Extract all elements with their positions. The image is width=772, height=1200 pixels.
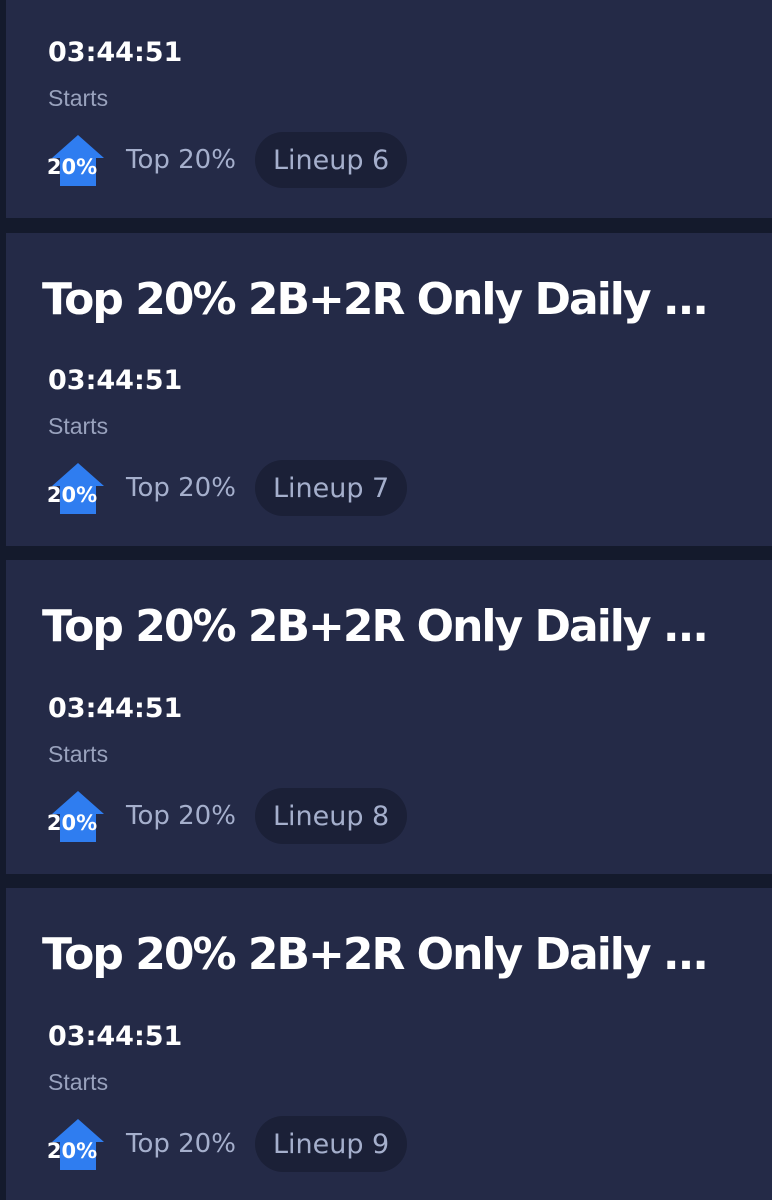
contest-card[interactable]: Top 20% 2B+2R Only Daily ... 03:44:51 St…	[6, 888, 772, 1200]
contest-title: Top 20% 2B+2R Only Daily ...	[42, 274, 709, 325]
countdown-label: Starts	[48, 741, 109, 767]
prize-label: Top 20%	[126, 1129, 236, 1159]
contest-meta-row: 20% Top 20% Lineup 7	[48, 460, 408, 516]
contest-meta-row: 20% Top 20% Lineup 9	[48, 1116, 408, 1172]
lineup-chip[interactable]: Lineup 7	[254, 460, 408, 516]
countdown-time: 03:44:51	[48, 693, 183, 724]
top-20-percent-badge-icon: 20%	[48, 463, 104, 514]
top-20-percent-badge-icon: 20%	[48, 135, 104, 186]
badge-percent-text: 20%	[48, 483, 97, 507]
contest-meta-row: 20% Top 20% Lineup 8	[48, 788, 408, 844]
badge-percent-text: 20%	[48, 811, 97, 835]
contest-meta-row: 20% Top 20% Lineup 6	[48, 132, 408, 188]
countdown-time: 03:44:51	[48, 1021, 183, 1052]
contest-card[interactable]: 03:44:51 Starts 20% Top 20% Lineup 6	[6, 0, 772, 218]
lineup-chip[interactable]: Lineup 8	[254, 788, 408, 844]
countdown-time: 03:44:51	[48, 37, 183, 68]
badge-percent-text: 20%	[48, 1139, 97, 1163]
prize-label: Top 20%	[126, 145, 236, 175]
countdown-label: Starts	[48, 413, 109, 439]
countdown-label: Starts	[48, 1069, 109, 1095]
contest-title: Top 20% 2B+2R Only Daily ...	[42, 929, 709, 980]
countdown-label: Starts	[48, 85, 109, 111]
contest-card[interactable]: Top 20% 2B+2R Only Daily ... 03:44:51 St…	[6, 233, 772, 546]
contest-title: Top 20% 2B+2R Only Daily ...	[42, 601, 709, 652]
countdown-time: 03:44:51	[48, 365, 183, 396]
lineup-chip[interactable]: Lineup 9	[254, 1116, 408, 1172]
top-20-percent-badge-icon: 20%	[48, 1119, 104, 1170]
contest-card[interactable]: Top 20% 2B+2R Only Daily ... 03:44:51 St…	[6, 560, 772, 874]
top-20-percent-badge-icon: 20%	[48, 791, 104, 842]
lineup-chip[interactable]: Lineup 6	[254, 132, 408, 188]
prize-label: Top 20%	[126, 801, 236, 831]
contest-feed: 03:44:51 Starts 20% Top 20% Lineup 6 Top…	[0, 0, 772, 1200]
prize-label: Top 20%	[126, 473, 236, 503]
badge-percent-text: 20%	[48, 155, 97, 179]
